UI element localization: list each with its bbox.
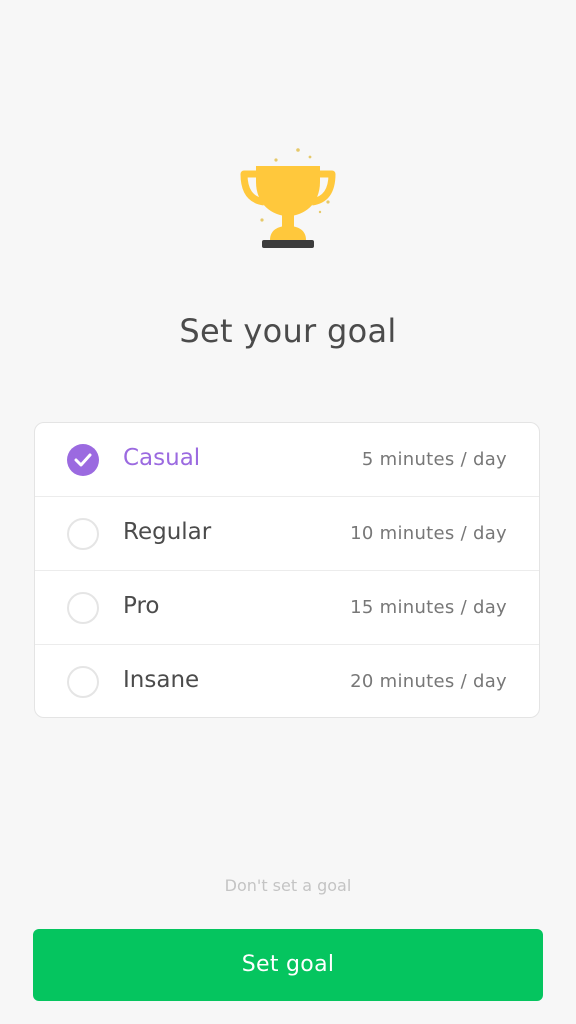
goal-option-label: Insane [123, 667, 200, 693]
goal-option-time: 15 minutes / day [350, 597, 507, 618]
trophy-icon [240, 148, 336, 248]
radio-unchecked[interactable] [67, 666, 99, 698]
goal-option-pro[interactable]: Pro 15 minutes / day [35, 571, 539, 645]
goal-option-time: 10 minutes / day [350, 523, 507, 544]
goal-options-list: Casual 5 minutes / day Regular 10 minute… [34, 422, 540, 718]
goal-option-label: Casual [123, 445, 201, 471]
page-title: Set your goal [179, 312, 397, 350]
radio-checked[interactable] [67, 444, 99, 476]
goal-option-casual[interactable]: Casual 5 minutes / day [35, 423, 539, 497]
goal-option-label: Regular [123, 519, 212, 545]
goal-option-regular[interactable]: Regular 10 minutes / day [35, 497, 539, 571]
goal-option-time: 20 minutes / day [350, 671, 507, 692]
goal-option-label: Pro [123, 593, 160, 619]
skip-goal-link[interactable]: Don't set a goal [0, 876, 576, 895]
goal-option-insane[interactable]: Insane 20 minutes / day [35, 645, 539, 717]
set-goal-button[interactable]: Set goal [33, 929, 543, 1001]
radio-unchecked[interactable] [67, 592, 99, 624]
radio-unchecked[interactable] [67, 518, 99, 550]
check-icon [74, 453, 92, 467]
goal-option-time: 5 minutes / day [361, 449, 507, 470]
